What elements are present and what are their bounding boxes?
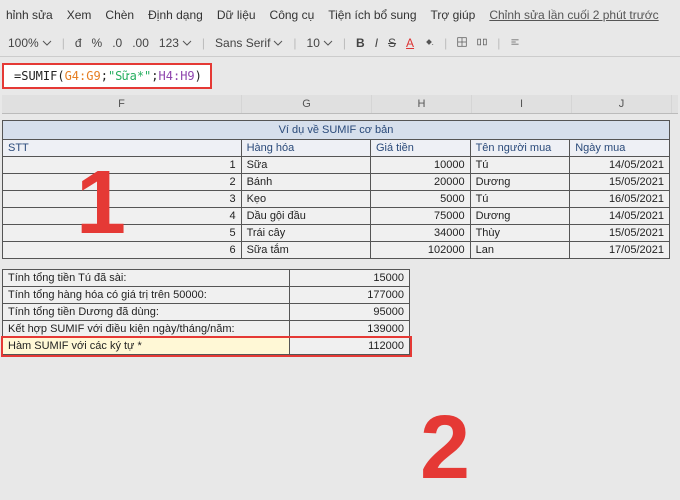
summary-value[interactable]: 95000: [290, 304, 410, 321]
cell[interactable]: 102000: [370, 242, 470, 259]
summary-label[interactable]: Tính tổng hàng hóa có giá trị trên 50000…: [3, 287, 290, 304]
number-format-select[interactable]: 123: [159, 36, 192, 50]
increase-decimal-button[interactable]: .00: [132, 36, 149, 50]
merge-cells-button[interactable]: [477, 36, 487, 50]
cell[interactable]: Lan: [470, 242, 570, 259]
cell[interactable]: Sữa tắm: [241, 242, 370, 259]
summary-label[interactable]: Tính tổng tiền Dương đã dùng:: [3, 304, 290, 321]
summary-value[interactable]: 139000: [290, 321, 410, 338]
cell[interactable]: Dương: [470, 174, 570, 191]
col-header-h[interactable]: H: [372, 95, 472, 113]
formula-bar[interactable]: =SUMIF(G4:G9;"Sữa*";H4:H9): [2, 63, 212, 89]
summary-row-highlighted: Hàm SUMIF với các ký tự * 112000: [3, 338, 410, 355]
menu-view[interactable]: Xem: [67, 8, 92, 22]
col-header-g[interactable]: G: [242, 95, 372, 113]
toolbar: 100% | đ % .0 .00 123 | Sans Serif | 10 …: [0, 30, 680, 57]
callout-number-1: 1: [76, 158, 126, 248]
col-header-i[interactable]: I: [472, 95, 572, 113]
summary-label[interactable]: Hàm SUMIF với các ký tự *: [3, 338, 290, 355]
zoom-select[interactable]: 100%: [8, 36, 52, 50]
summary-label[interactable]: Kết hợp SUMIF với điều kiện ngày/tháng/n…: [3, 321, 290, 338]
currency-button[interactable]: đ: [75, 36, 82, 50]
callout-number-2: 2: [420, 403, 470, 493]
last-edit-status[interactable]: Chỉnh sửa lần cuối 2 phút trước: [489, 8, 658, 22]
summary-row: Kết hợp SUMIF với điều kiện ngày/tháng/n…: [3, 321, 410, 338]
text-color-button[interactable]: A: [406, 36, 414, 50]
summary-label[interactable]: Tính tổng tiền Tú đã sài:: [3, 270, 290, 287]
summary-value[interactable]: 177000: [290, 287, 410, 304]
cell[interactable]: 20000: [370, 174, 470, 191]
cell[interactable]: Tú: [470, 191, 570, 208]
cell[interactable]: Tú: [470, 157, 570, 174]
menu-help[interactable]: Trợ giúp: [431, 8, 476, 22]
summary-row: Tính tổng hàng hóa có giá trị trên 50000…: [3, 287, 410, 304]
formula-bar-area: =SUMIF(G4:G9;"Sữa*";H4:H9): [0, 57, 680, 95]
cell[interactable]: Bánh: [241, 174, 370, 191]
cell[interactable]: 16/05/2021: [570, 191, 670, 208]
horizontal-align-button[interactable]: [510, 36, 520, 50]
cell[interactable]: Trái cây: [241, 225, 370, 242]
col-header-f[interactable]: F: [2, 95, 242, 113]
align-icon: [510, 37, 520, 47]
cell[interactable]: 75000: [370, 208, 470, 225]
menu-data[interactable]: Dữ liệu: [217, 8, 256, 22]
summary-row: Tính tổng tiền Dương đã dùng: 95000: [3, 304, 410, 321]
summary-row: Tính tổng tiền Tú đã sài: 15000: [3, 270, 410, 287]
cell[interactable]: 15/05/2021: [570, 174, 670, 191]
borders-button[interactable]: [457, 36, 467, 50]
cell[interactable]: Dương: [470, 208, 570, 225]
font-family-select[interactable]: Sans Serif: [215, 36, 283, 50]
menu-edit[interactable]: hỉnh sửa: [6, 8, 53, 22]
header-gia-tien[interactable]: Giá tiền: [370, 140, 470, 157]
table-title[interactable]: Ví dụ về SUMIF cơ bản: [3, 121, 670, 140]
fill-color-button[interactable]: [424, 36, 434, 50]
borders-icon: [457, 37, 467, 47]
percent-button[interactable]: %: [92, 36, 103, 50]
column-headers: F G H I J: [2, 95, 678, 114]
strikethrough-button[interactable]: S: [388, 36, 396, 50]
cell[interactable]: 34000: [370, 225, 470, 242]
header-ngay-mua[interactable]: Ngày mua: [570, 140, 670, 157]
bold-button[interactable]: B: [356, 36, 365, 50]
summary-value[interactable]: 112000: [290, 338, 410, 355]
summary-table: Tính tổng tiền Tú đã sài: 15000 Tính tổn…: [2, 269, 410, 355]
cell[interactable]: 15/05/2021: [570, 225, 670, 242]
cell[interactable]: 14/05/2021: [570, 208, 670, 225]
cell[interactable]: 10000: [370, 157, 470, 174]
chevron-down-icon: [273, 38, 283, 48]
cell[interactable]: Sữa: [241, 157, 370, 174]
menu-insert[interactable]: Chèn: [105, 8, 134, 22]
italic-button[interactable]: I: [375, 36, 378, 50]
cell[interactable]: Thùy: [470, 225, 570, 242]
menu-format[interactable]: Định dạng: [148, 8, 203, 22]
cell[interactable]: 14/05/2021: [570, 157, 670, 174]
header-ten-nguoi-mua[interactable]: Tên người mua: [470, 140, 570, 157]
decrease-decimal-button[interactable]: .0: [112, 36, 122, 50]
menu-bar: hỉnh sửa Xem Chèn Định dạng Dữ liệu Công…: [0, 0, 680, 30]
cell[interactable]: Dầu gội đầu: [241, 208, 370, 225]
paint-bucket-icon: [424, 37, 434, 47]
menu-tools[interactable]: Công cụ: [270, 8, 315, 22]
cell[interactable]: 5000: [370, 191, 470, 208]
summary-value[interactable]: 15000: [290, 270, 410, 287]
menu-addons[interactable]: Tiện ích bổ sung: [328, 8, 416, 22]
cell[interactable]: 17/05/2021: [570, 242, 670, 259]
chevron-down-icon: [323, 38, 333, 48]
header-hang-hoa[interactable]: Hàng hóa: [241, 140, 370, 157]
col-header-j[interactable]: J: [572, 95, 672, 113]
cell[interactable]: Kẹo: [241, 191, 370, 208]
chevron-down-icon: [42, 38, 52, 48]
chevron-down-icon: [182, 38, 192, 48]
merge-icon: [477, 37, 487, 47]
font-size-select[interactable]: 10: [307, 36, 333, 50]
